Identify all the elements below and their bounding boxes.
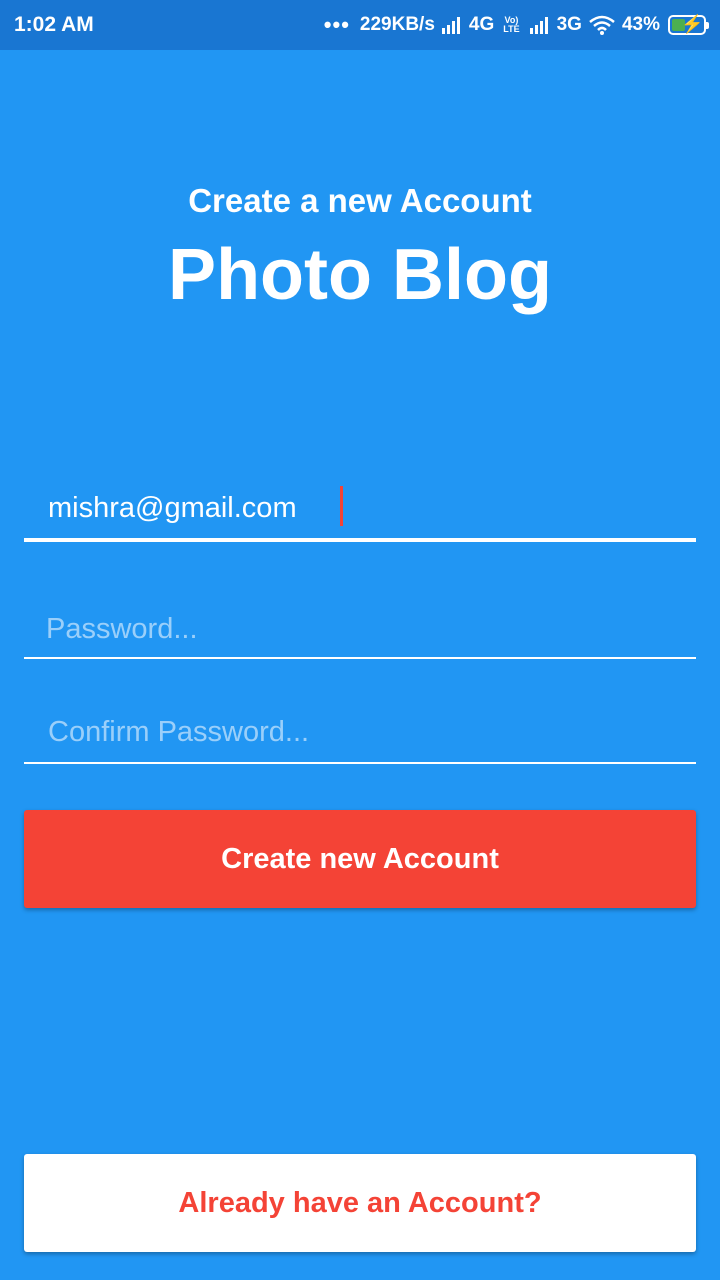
email-field[interactable]	[48, 486, 696, 530]
network-4g-label: 4G	[468, 14, 495, 35]
already-have-account-button[interactable]: Already have an Account?	[24, 1154, 696, 1252]
text-cursor	[340, 486, 343, 526]
email-field-container	[24, 486, 696, 542]
more-dots-icon: •••	[323, 12, 350, 37]
confirm-password-field-container	[24, 710, 696, 764]
battery-icon: ⚡	[668, 14, 709, 35]
create-account-label: Create new Account	[221, 842, 499, 875]
password-field-container	[24, 607, 696, 659]
signal-icon-2	[529, 16, 551, 34]
status-bar: 1:02 AM ••• 229KB/s 4G Vo) LTE 3G 43% ⚡	[0, 0, 720, 50]
status-time: 1:02 AM	[14, 13, 94, 36]
create-account-button[interactable]: Create new Account	[24, 810, 696, 908]
page-subtitle: Create a new Account	[188, 182, 532, 219]
status-icons: ••• 229KB/s 4G Vo) LTE 3G 43% ⚡	[323, 12, 709, 38]
signal-icon	[441, 16, 463, 34]
confirm-password-field[interactable]	[48, 710, 696, 754]
password-field[interactable]	[46, 607, 696, 651]
network-3g-label: 3G	[556, 14, 582, 35]
battery-percent: 43%	[621, 14, 660, 35]
network-speed: 229KB/s	[359, 14, 435, 35]
app-title: Photo Blog	[168, 235, 552, 315]
already-have-account-label: Already have an Account?	[178, 1186, 542, 1219]
wifi-icon	[588, 15, 616, 35]
volte-icon: Vo) LTE	[503, 15, 520, 34]
